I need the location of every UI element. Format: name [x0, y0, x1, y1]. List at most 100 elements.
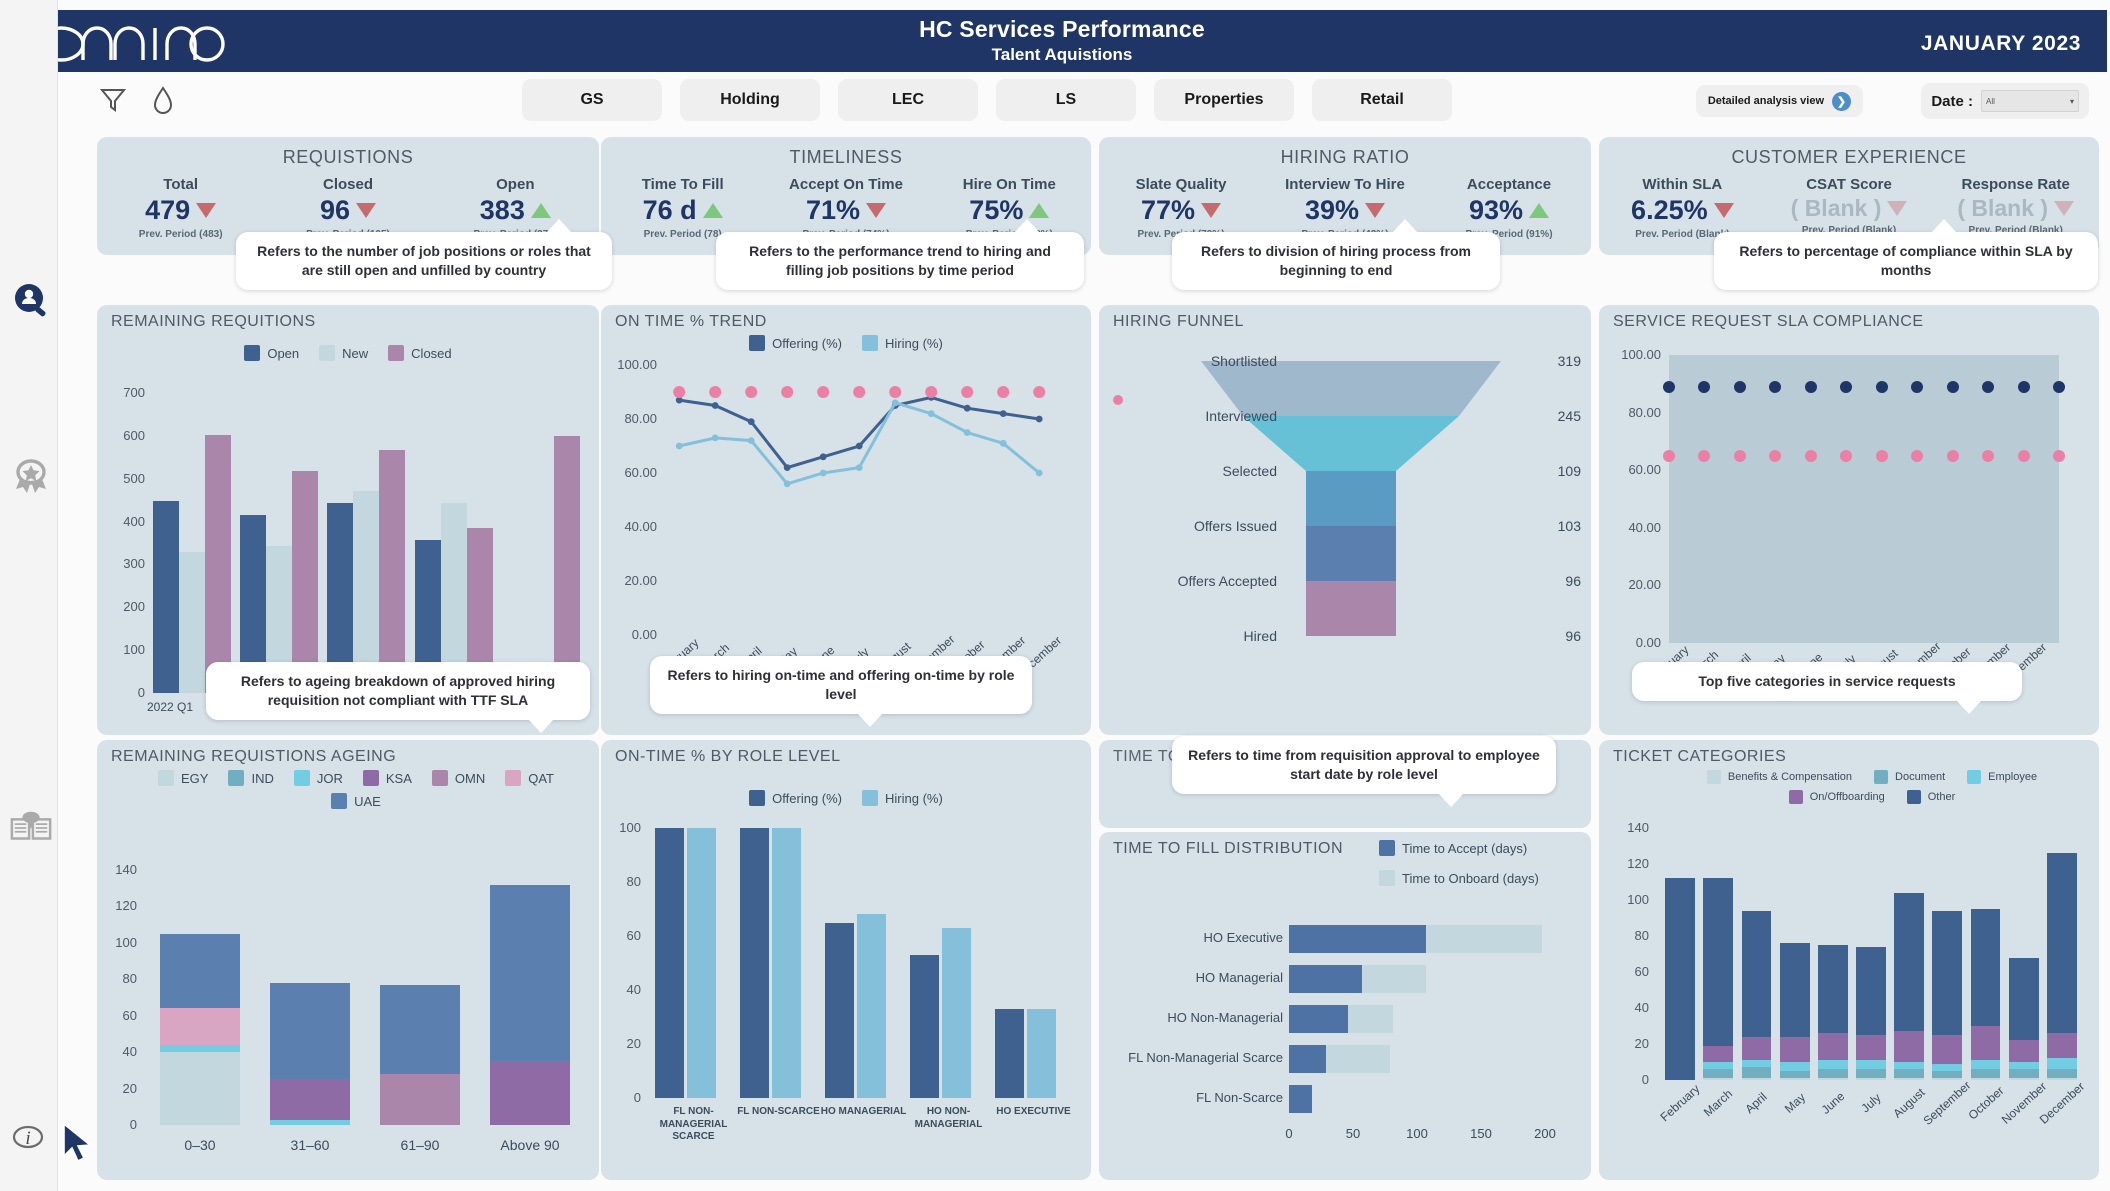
kpi-metric-value: ( Blank )	[1790, 195, 1882, 221]
bar-segment	[1970, 1060, 2001, 1070]
y-tick-label: 400	[123, 513, 145, 529]
legend-item-open[interactable]: Open	[244, 345, 299, 361]
funnel-stage-label: Offers Issued	[1193, 518, 1277, 534]
y-tick-label: 40.00	[1628, 519, 1661, 535]
tab-lec[interactable]: LEC	[838, 79, 978, 121]
legend-item-omn[interactable]: OMN	[431, 770, 485, 786]
sidebar-item-talent-acquisition[interactable]	[9, 280, 53, 324]
sidebar-item-performance-award[interactable]	[9, 455, 53, 499]
funnel-stage-value: 103	[1557, 518, 1581, 534]
kpi-metric-open: Open 383 Prev. Period (378)	[432, 176, 599, 240]
kpi-metric-value: 479	[145, 195, 191, 225]
tab-holding[interactable]: Holding	[680, 79, 820, 121]
legend-item-time-to-onboard[interactable]: Time to Onboard (days)	[1379, 870, 1539, 886]
tab-retail[interactable]: Retail	[1312, 79, 1452, 121]
legend-item-qat[interactable]: QAT	[505, 770, 554, 786]
legend-item-new[interactable]: New	[319, 345, 368, 361]
legend-item-time-to-accept[interactable]: Time to Accept (days)	[1379, 840, 1527, 856]
data-point	[1946, 380, 1959, 393]
kpi-metric-value: 71%	[805, 195, 861, 225]
data-point	[1663, 449, 1675, 462]
kpi-metric-value: 383	[479, 195, 525, 225]
sidebar-item-learning[interactable]	[9, 805, 53, 849]
legend-item-offering[interactable]: Offering (%)	[749, 335, 842, 351]
filter-tabs: GS Holding LEC LS Properties Retail	[522, 79, 1452, 121]
legend-swatch	[362, 770, 379, 786]
kpi-metric-value: 77%	[1140, 195, 1196, 225]
legend-item-ind[interactable]: IND	[228, 770, 274, 786]
legend-swatch	[244, 345, 261, 361]
legend-label: KSA	[385, 770, 412, 786]
chart-title: REMAINING REQUISTIONS AGEING	[111, 748, 397, 765]
detailed-analysis-view-button[interactable]: Detailed analysis view ❯	[1695, 85, 1863, 117]
kpi-metric-label: Total	[163, 176, 199, 193]
legend-item-egy[interactable]: EGY	[158, 770, 208, 786]
bar-segment	[1026, 1008, 1056, 1098]
y-tick-label: 300	[123, 556, 145, 572]
x-tick-label: 2022 Q1	[146, 700, 194, 714]
y-tick-label: 200	[123, 599, 145, 615]
x-tick-label: 150	[1470, 1126, 1492, 1141]
date-filter[interactable]: Date : All ▾	[1921, 83, 2089, 119]
data-point	[1733, 380, 1746, 393]
y-tick-label: 700	[123, 385, 145, 400]
funnel-icon[interactable]	[97, 84, 131, 118]
tooltip-time-to-fill: Refers to time from requisition approval…	[1172, 736, 1556, 807]
bar-segment	[1741, 910, 1772, 1037]
chart-on-time-pct-by-role-level: ON-TIME % BY ROLE LEVEL Offering (%) Hir…	[601, 740, 1091, 1180]
legend-label: UAE	[354, 793, 381, 809]
page-title: HC Services Performance	[919, 16, 1205, 42]
tab-ls[interactable]: LS	[996, 79, 1136, 121]
data-point	[1982, 380, 1995, 393]
x-tick-label: 0–30	[184, 1137, 216, 1153]
legend-swatch	[1379, 870, 1395, 886]
data-point	[1875, 449, 1888, 462]
legend-item-other[interactable]: Other	[1906, 790, 1955, 804]
x-tick-label: HO EXECUTIVE	[996, 1106, 1071, 1117]
chart-title: ON TIME % TREND	[615, 313, 767, 330]
y-tick-label: 60	[626, 928, 641, 943]
legend-item-ksa[interactable]: KSA	[362, 770, 412, 786]
toolbar: GS Holding LEC LS Properties Retail Deta…	[17, 72, 2107, 128]
plot-area	[1663, 355, 2065, 643]
legend-item-hiring[interactable]: Hiring (%)	[862, 790, 943, 806]
bar-segment	[1741, 1060, 1772, 1068]
legend-swatch	[749, 335, 766, 351]
legend-label: Benefits & Compensation	[1727, 771, 1853, 783]
learning-book-icon	[10, 811, 52, 840]
y-tick-label: 0	[129, 1117, 137, 1132]
bar-segment	[1289, 1085, 1313, 1113]
kpi-metric-label: CSAT Score	[1806, 176, 1892, 193]
tab-properties[interactable]: Properties	[1154, 79, 1294, 121]
chart-remaining-requisitions-ageing: REMAINING REQUISTIONS AGEING EGY IND JOR…	[97, 740, 599, 1180]
y-tick-label: 20	[626, 1036, 641, 1051]
bar-segment	[553, 435, 580, 693]
bar-segment	[771, 828, 801, 1098]
legend-item-employee[interactable]: Employee	[1967, 770, 2037, 784]
legend-swatch	[228, 770, 245, 786]
legend-swatch	[1967, 770, 1982, 784]
legend-item-closed[interactable]: Closed	[388, 345, 452, 361]
bar-segment	[1703, 1062, 1734, 1070]
bar-segment	[160, 1008, 240, 1045]
legend-item-offering[interactable]: Offering (%)	[749, 790, 842, 806]
eraser-icon[interactable]	[145, 84, 179, 118]
trend-down-icon	[1713, 203, 1734, 218]
kpi-card-title: HIRING RATIO	[1280, 147, 1410, 167]
legend-item-document[interactable]: Document	[1874, 770, 1945, 784]
legend-item-benefits-compensation[interactable]: Benefits & Compensation	[1706, 770, 1853, 784]
tab-gs[interactable]: GS	[522, 79, 662, 121]
bar-segment	[1289, 1045, 1327, 1073]
trend-down-icon	[356, 203, 377, 218]
legend-item-hiring[interactable]: Hiring (%)	[862, 335, 943, 351]
sidebar-item-info[interactable]: i	[9, 1115, 53, 1159]
plot-area: Shortlisted 319 Interviewed 245 Selected 109 O…	[1099, 305, 1591, 735]
data-point	[1698, 449, 1711, 462]
bar-segment	[380, 1074, 460, 1125]
legend-item-on-offboarding[interactable]: On/Offboarding	[1788, 790, 1885, 804]
y-tick-label: HO Managerial	[1195, 970, 1283, 985]
date-select[interactable]: All ▾	[1981, 90, 2079, 112]
legend-item-uae[interactable]: UAE	[331, 793, 381, 809]
x-tick-label: 100	[1406, 1126, 1428, 1141]
legend-item-jor[interactable]: JOR	[293, 770, 343, 786]
